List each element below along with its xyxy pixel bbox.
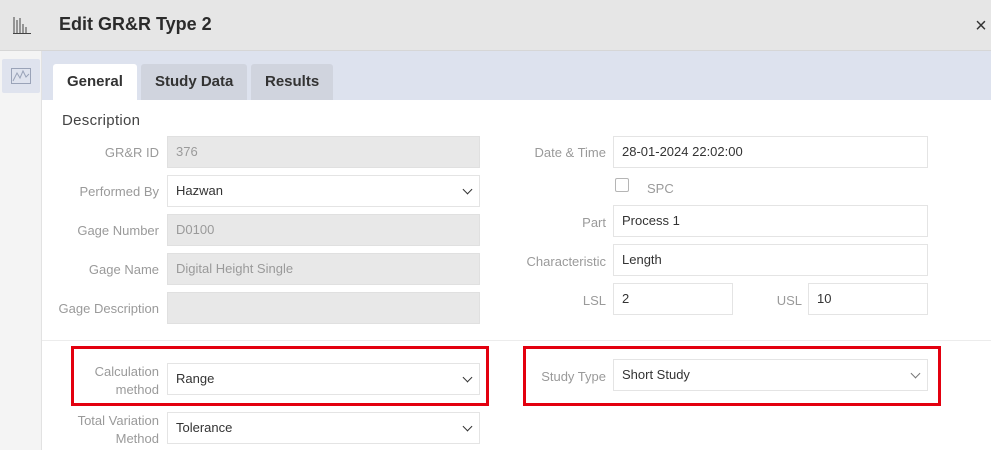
calculation-method-highlight	[71, 346, 489, 406]
usl-field[interactable]: 10	[808, 283, 928, 315]
gage-number-label: Gage Number	[77, 223, 159, 238]
total-variation-method-label: Total Variation Method	[42, 413, 159, 447]
bar-chart-icon	[13, 17, 31, 34]
study-type-highlight	[523, 346, 941, 406]
dialog-title: Edit GR&R Type 2	[59, 14, 212, 34]
close-icon[interactable]: ×	[972, 15, 990, 37]
section-title: Description	[62, 112, 141, 129]
total-variation-method-label-line2: Method	[115, 431, 159, 446]
characteristic-field[interactable]: Length	[613, 244, 928, 276]
spc-label: SPC	[647, 181, 674, 196]
performed-by-label: Performed By	[79, 184, 159, 199]
gage-name-label: Gage Name	[88, 262, 159, 277]
grr-id-label: GR&R ID	[104, 145, 159, 160]
performed-by-select[interactable]: Hazwan	[167, 175, 480, 207]
usl-label: USL	[776, 293, 802, 308]
gage-description-label: Gage Description	[58, 301, 159, 316]
left-rail	[0, 51, 42, 450]
gage-number-field: D0100	[167, 214, 480, 246]
spc-checkbox[interactable]	[615, 178, 629, 192]
gage-name-field: Digital Height Single	[167, 253, 480, 285]
tab-results[interactable]: Results	[251, 64, 334, 100]
total-variation-method-label-line1: Total Variation	[77, 413, 159, 428]
rail-chart-button[interactable]	[2, 59, 40, 93]
part-label: Part	[582, 215, 606, 230]
section-divider	[42, 340, 991, 341]
total-variation-method-select[interactable]: Tolerance	[167, 412, 480, 444]
tab-general[interactable]: General	[53, 64, 137, 100]
gage-description-field	[167, 292, 480, 324]
line-chart-icon	[11, 68, 31, 84]
tab-strip: General Study Data Results	[42, 51, 991, 100]
date-time-field[interactable]: 28-01-2024 22:02:00	[613, 136, 928, 168]
tab-study-data[interactable]: Study Data	[141, 64, 248, 100]
lsl-field[interactable]: 2	[613, 283, 733, 315]
characteristic-label: Characteristic	[526, 254, 606, 269]
title-bar: Edit GR&R Type 2 ×	[0, 0, 991, 51]
grr-id-field: 376	[167, 136, 480, 168]
part-field[interactable]: Process 1	[613, 205, 928, 237]
date-time-label: Date & Time	[534, 145, 606, 160]
lsl-label: LSL	[582, 293, 606, 308]
